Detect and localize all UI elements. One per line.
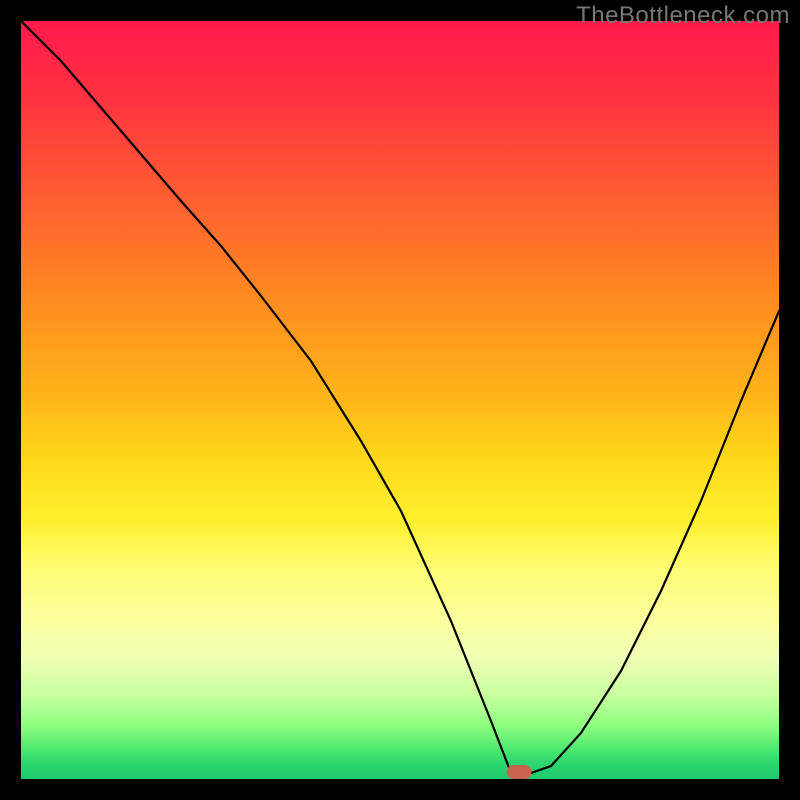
watermark-label: TheBottleneck.com [576, 2, 790, 30]
chart-container: TheBottleneck.com [0, 0, 800, 800]
gradient-plot-area [21, 21, 779, 779]
optimum-marker [507, 765, 532, 779]
